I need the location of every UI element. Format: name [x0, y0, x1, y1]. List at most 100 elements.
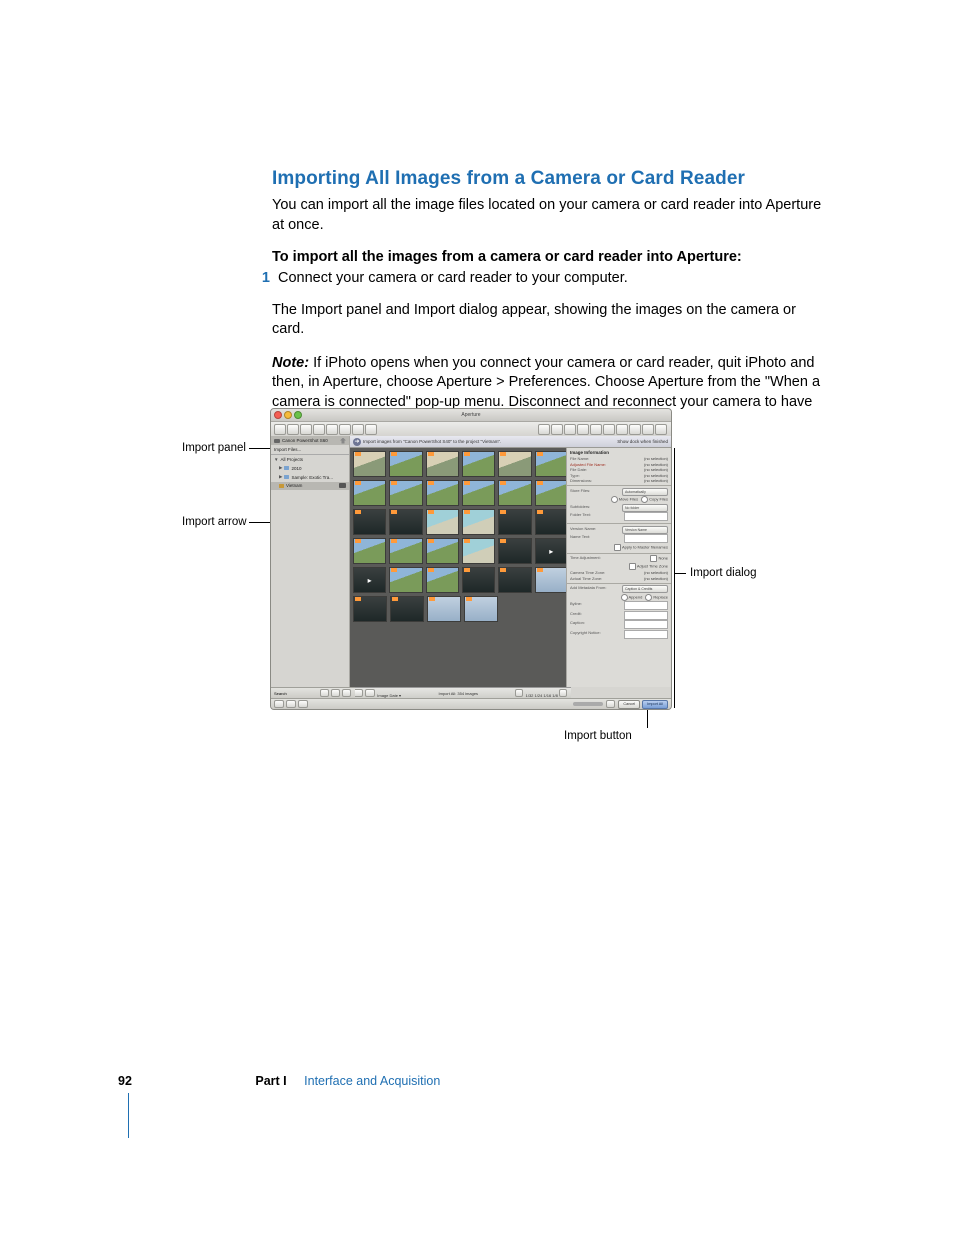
thumbnail[interactable]: [498, 451, 531, 477]
thumbnail-grid[interactable]: ▸ ▸: [350, 448, 571, 687]
import-all-button[interactable]: Import All: [642, 700, 668, 709]
thumbnail[interactable]: [535, 567, 568, 593]
toolbar-button[interactable]: [352, 424, 364, 435]
apply-master-checkbox[interactable]: [614, 544, 621, 551]
toolbar-button[interactable]: [300, 424, 312, 435]
toolbar-button[interactable]: [577, 424, 589, 435]
append-radio[interactable]: [621, 594, 628, 601]
store-files-dropdown[interactable]: Automatically: [622, 488, 668, 496]
thumbnail[interactable]: [427, 596, 461, 622]
traffic-lights[interactable]: [274, 411, 302, 419]
cancel-button[interactable]: Cancel: [618, 700, 640, 709]
copyright-field[interactable]: [624, 630, 668, 639]
zoom-slider[interactable]: [573, 702, 603, 706]
sidebar-item-import-files[interactable]: Import Files...: [271, 445, 349, 453]
sidebar-item-sample[interactable]: ▶ Sample: Exotic Tra...: [271, 473, 349, 482]
disclosure-triangle-icon[interactable]: ▼: [274, 457, 278, 462]
sidebar-item-project[interactable]: Vietnam: [271, 482, 349, 490]
browser-button[interactable]: [286, 700, 296, 708]
list-view-button[interactable]: [365, 689, 375, 697]
thumbnail[interactable]: [426, 509, 459, 535]
time-adjust-checkbox[interactable]: [629, 563, 636, 570]
credit-field[interactable]: [624, 611, 668, 620]
thumbnail[interactable]: [426, 480, 459, 506]
action-button[interactable]: [331, 689, 340, 697]
sidebar-item-camera[interactable]: Canon PowerShot S60: [271, 436, 349, 445]
thumbnail[interactable]: [426, 538, 459, 564]
add-meta-dropdown[interactable]: Caption & Credits: [622, 585, 668, 593]
thumbnail[interactable]: [389, 538, 422, 564]
move-files-radio[interactable]: [611, 496, 618, 503]
thumbnail[interactable]: [389, 451, 422, 477]
loupe-button[interactable]: [606, 700, 615, 708]
minimize-icon[interactable]: [284, 411, 292, 419]
viewer-button[interactable]: [274, 700, 284, 708]
thumbnail[interactable]: [498, 538, 531, 564]
sidebar-item-all-projects[interactable]: ▼ All Projects: [271, 456, 349, 464]
thumbnail[interactable]: [353, 538, 386, 564]
toolbar-button[interactable]: [287, 424, 299, 435]
split-button[interactable]: [298, 700, 308, 708]
thumbnail[interactable]: ▸: [535, 538, 568, 564]
thumbnail[interactable]: [462, 451, 495, 477]
replace-radio[interactable]: [645, 594, 652, 601]
toolbar-button[interactable]: [590, 424, 602, 435]
toolbar-button[interactable]: [326, 424, 338, 435]
thumbnail[interactable]: [462, 509, 495, 535]
toolbar-button[interactable]: [603, 424, 615, 435]
byline-field[interactable]: [624, 601, 668, 610]
toolbar-button[interactable]: [551, 424, 563, 435]
time-none-checkbox[interactable]: [650, 555, 657, 562]
copy-files-radio[interactable]: [641, 496, 648, 503]
eject-icon[interactable]: [340, 438, 346, 444]
info-button[interactable]: [342, 689, 351, 697]
toolbar-button[interactable]: [313, 424, 325, 435]
toolbar-button[interactable]: [365, 424, 377, 435]
toolbar-button[interactable]: [564, 424, 576, 435]
thumbnail[interactable]: [464, 596, 498, 622]
toolbar-button[interactable]: [629, 424, 641, 435]
thumbnail[interactable]: [535, 509, 568, 535]
sidebar-item-year[interactable]: ▶ 2010: [271, 464, 349, 473]
import-arrow-icon[interactable]: ➜: [353, 438, 361, 446]
toolbar-button[interactable]: [274, 424, 286, 435]
disclosure-triangle-icon[interactable]: ▶: [279, 465, 282, 471]
subfolders-dropdown[interactable]: No folder: [622, 504, 668, 512]
sort-label[interactable]: Image Date: [377, 693, 398, 698]
thumbnail[interactable]: [426, 451, 459, 477]
thumbnail[interactable]: [390, 596, 424, 622]
thumbnail[interactable]: [462, 480, 495, 506]
thumbnail[interactable]: [426, 567, 459, 593]
thumbnail[interactable]: [353, 596, 387, 622]
thumbnail[interactable]: [389, 509, 422, 535]
thumbnail[interactable]: [389, 480, 422, 506]
toolbar-button[interactable]: [339, 424, 351, 435]
zoom-in-button[interactable]: [559, 689, 567, 697]
thumbnail[interactable]: [389, 567, 422, 593]
thumbnail[interactable]: [353, 451, 386, 477]
thumbnail[interactable]: [498, 509, 531, 535]
thumbnail[interactable]: [498, 480, 531, 506]
disclosure-triangle-icon[interactable]: ▶: [279, 474, 282, 480]
toolbar-button[interactable]: [655, 424, 667, 435]
name-text-field[interactable]: [624, 534, 668, 543]
folder-text-field[interactable]: [624, 512, 668, 521]
thumbnail[interactable]: [353, 509, 386, 535]
thumbnail[interactable]: [353, 480, 386, 506]
zoom-icon[interactable]: [294, 411, 302, 419]
toolbar-button[interactable]: [538, 424, 550, 435]
close-icon[interactable]: [274, 411, 282, 419]
thumbnail[interactable]: [498, 567, 531, 593]
add-button[interactable]: [320, 689, 329, 697]
toolbar-button[interactable]: [616, 424, 628, 435]
thumbnail[interactable]: [535, 451, 568, 477]
zoom-out-button[interactable]: [515, 689, 523, 697]
thumbnail[interactable]: [462, 567, 495, 593]
show-dock-checkbox[interactable]: Show dock when finished: [617, 439, 668, 444]
toolbar-button[interactable]: [642, 424, 654, 435]
thumbnail[interactable]: ▸: [353, 567, 386, 593]
thumbnail[interactable]: [535, 480, 568, 506]
caption-field[interactable]: [624, 620, 668, 629]
version-name-dropdown[interactable]: Version Name: [622, 526, 668, 534]
thumbnail[interactable]: [462, 538, 495, 564]
